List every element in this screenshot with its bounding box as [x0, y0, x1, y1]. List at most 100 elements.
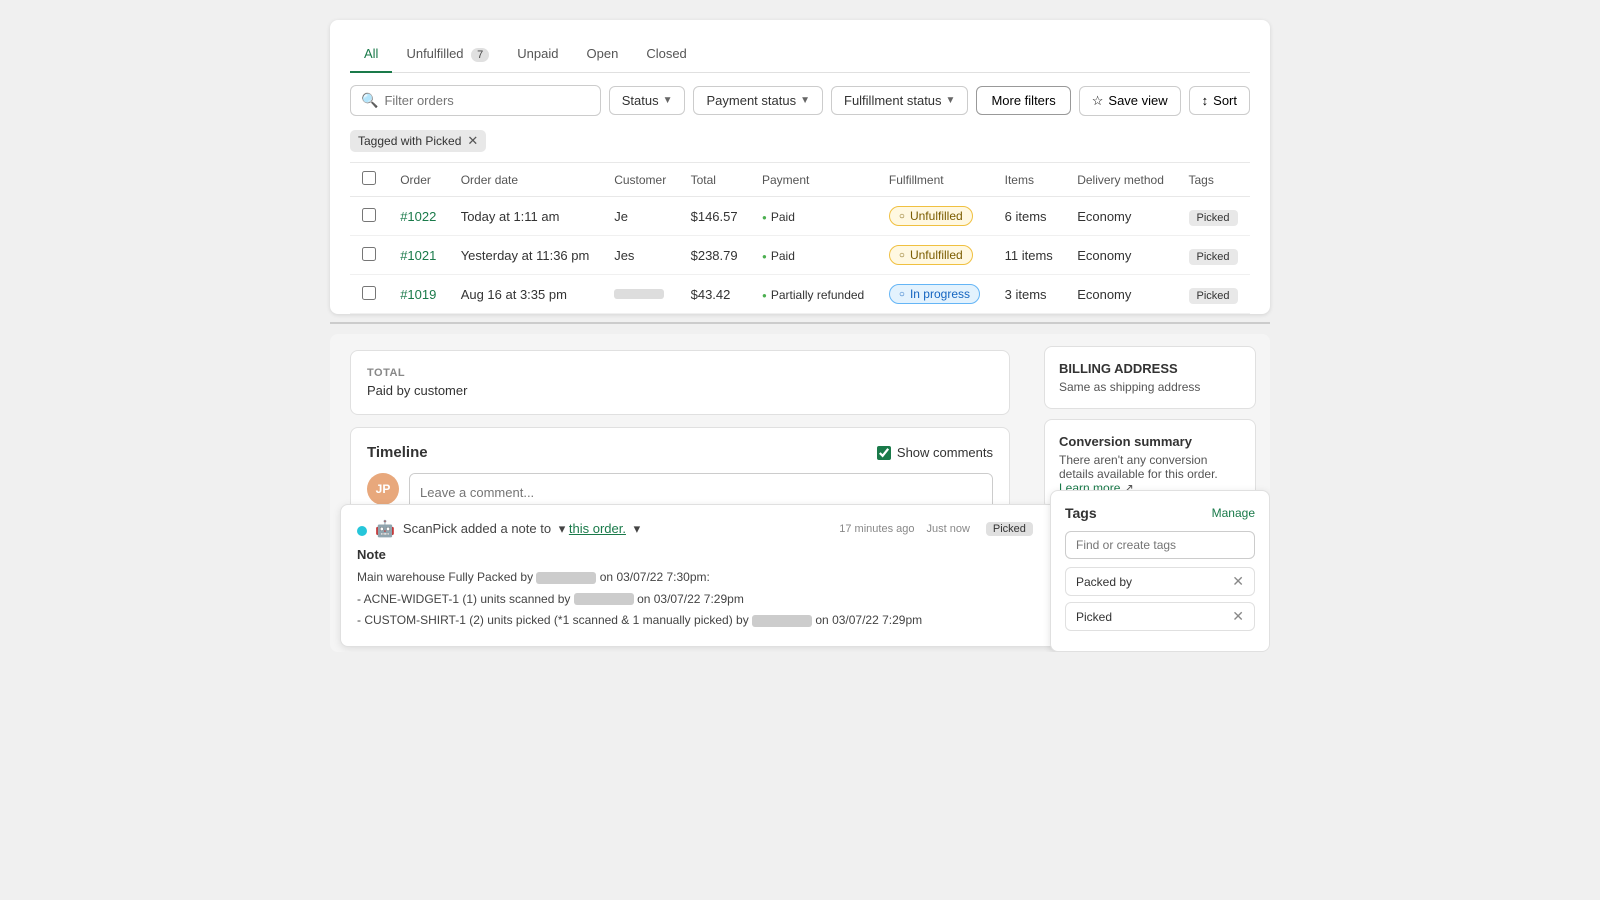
tag-list-item: Picked ✕: [1065, 602, 1255, 631]
payment-status-filter-button[interactable]: Payment status ▼: [693, 86, 823, 115]
order-delivery: Economy: [1065, 197, 1176, 236]
fulfillment-badge: Unfulfilled: [889, 206, 973, 226]
remove-tag-icon[interactable]: ✕: [1232, 608, 1244, 625]
conversion-summary-text: There aren't any conversion details avai…: [1059, 453, 1241, 495]
note-order-link[interactable]: this order.: [569, 521, 626, 536]
unfulfilled-badge: 7: [471, 48, 489, 62]
toolbar: 🔍 Status ▼ Payment status ▼ Fulfillment …: [350, 73, 1250, 124]
payment-status-label: Payment status: [706, 93, 796, 108]
order-number[interactable]: #1019: [400, 287, 436, 302]
fulfillment-status-filter-button[interactable]: Fulfillment status ▼: [831, 86, 968, 115]
row-checkbox[interactable]: [362, 247, 376, 261]
user-avatar: JP: [367, 473, 399, 505]
order-customer: Je: [602, 197, 678, 236]
fulfillment-badge: In progress: [889, 284, 980, 304]
active-tag-chip[interactable]: Tagged with Picked ✕: [350, 130, 486, 152]
robot-icon: 🤖: [375, 519, 395, 539]
tags-panel-header: Tags Manage: [1065, 505, 1255, 521]
tab-closed-label: Closed: [646, 46, 686, 61]
payment-badge: Partially refunded: [762, 288, 864, 302]
tag-label: Picked: [1076, 610, 1112, 624]
order-date: Today at 1:11 am: [449, 197, 603, 236]
tag-chip[interactable]: Picked: [1189, 288, 1238, 304]
sort-button[interactable]: ↕ Sort: [1189, 86, 1250, 115]
order-date: Yesterday at 11:36 pm: [449, 236, 603, 275]
show-comments-label: Show comments: [897, 445, 993, 460]
tag-chip[interactable]: Picked: [1189, 210, 1238, 226]
remove-tag-icon[interactable]: ✕: [1232, 573, 1244, 590]
order-tabs: All Unfulfilled 7 Unpaid Open Closed: [350, 36, 1250, 73]
tags-manage-link[interactable]: Manage: [1212, 506, 1255, 520]
order-tags: Picked: [1177, 236, 1251, 275]
tab-unfulfilled-label: Unfulfilled: [406, 46, 463, 61]
star-icon: ☆: [1092, 93, 1104, 109]
order-items: 6 items: [993, 197, 1066, 236]
order-total: $146.57: [679, 197, 750, 236]
order-customer: Jes: [602, 236, 678, 275]
order-tags: Picked: [1177, 197, 1251, 236]
tab-all-label: All: [364, 46, 378, 61]
remove-tag-filter-icon[interactable]: ✕: [467, 133, 478, 149]
fulfillment-badge: Unfulfilled: [889, 245, 973, 265]
table-row[interactable]: #1021 Yesterday at 11:36 pm Jes $238.79 …: [350, 236, 1250, 275]
tab-unfulfilled[interactable]: Unfulfilled 7: [392, 36, 503, 73]
order-number[interactable]: #1022: [400, 209, 436, 224]
order-total: $43.42: [679, 275, 750, 314]
select-all-checkbox[interactable]: [362, 171, 376, 185]
col-delivery: Delivery method: [1065, 163, 1176, 197]
order-fulfillment: Unfulfilled: [877, 236, 993, 275]
sort-label: Sort: [1213, 93, 1237, 108]
order-fulfillment: Unfulfilled: [877, 197, 993, 236]
fulfillment-status-arrow: ▼: [946, 95, 956, 106]
note-dot: [357, 526, 367, 536]
tab-unpaid[interactable]: Unpaid: [503, 36, 572, 73]
note-just-now: Just now: [926, 523, 969, 535]
col-order: Order: [388, 163, 448, 197]
payment-badge: Paid: [762, 249, 795, 263]
save-view-button[interactable]: ☆ Save view: [1079, 86, 1181, 116]
show-comments-checkbox[interactable]: [877, 446, 891, 460]
row-checkbox[interactable]: [362, 286, 376, 300]
table-row[interactable]: #1022 Today at 1:11 am Je $146.57 Paid U…: [350, 197, 1250, 236]
show-comments-row: Show comments: [877, 445, 993, 460]
payment-badge: Paid: [762, 210, 795, 224]
tag-filter-row: Tagged with Picked ✕: [350, 124, 1250, 162]
status-filter-label: Status: [622, 93, 659, 108]
tab-closed[interactable]: Closed: [632, 36, 700, 73]
timeline-header: Timeline Show comments: [367, 444, 993, 461]
tag-chip[interactable]: Picked: [1189, 249, 1238, 265]
order-detail-panel: Total Paid by customer Timeline Show com…: [330, 334, 1270, 652]
search-box[interactable]: 🔍: [350, 85, 601, 116]
timeline-title: Timeline: [367, 444, 428, 461]
paid-by-customer: Paid by customer: [367, 383, 467, 398]
tab-open[interactable]: Open: [573, 36, 633, 73]
order-items: 3 items: [993, 275, 1066, 314]
more-filters-button[interactable]: More filters: [976, 86, 1070, 115]
col-customer: Customer: [602, 163, 678, 197]
tag-list-item: Packed by ✕: [1065, 567, 1255, 596]
tab-open-label: Open: [587, 46, 619, 61]
status-filter-button[interactable]: Status ▼: [609, 86, 686, 115]
col-payment: Payment: [750, 163, 877, 197]
order-payment: Partially refunded: [750, 275, 877, 314]
search-input[interactable]: [384, 93, 589, 108]
sort-icon: ↕: [1202, 93, 1209, 108]
tab-all[interactable]: All: [350, 36, 392, 73]
row-checkbox[interactable]: [362, 208, 376, 222]
order-fulfillment: In progress: [877, 275, 993, 314]
note-time: 17 minutes ago: [839, 523, 914, 535]
col-total: Total: [679, 163, 750, 197]
tags-list: Packed by ✕ Picked ✕: [1065, 567, 1255, 631]
billing-address-value: Same as shipping address: [1059, 380, 1241, 394]
table-row[interactable]: #1019 Aug 16 at 3:35 pm $43.42 Partially…: [350, 275, 1250, 314]
panel-divider: [330, 322, 1270, 324]
order-number[interactable]: #1021: [400, 248, 436, 263]
order-tags: Picked: [1177, 275, 1251, 314]
conversion-summary-title: Conversion summary: [1059, 434, 1241, 449]
note-event-text: ScanPick added a note to ▾ this order. ▾: [403, 521, 640, 537]
order-delivery: Economy: [1065, 275, 1176, 314]
status-filter-arrow: ▼: [663, 95, 673, 106]
tags-search-input[interactable]: [1065, 531, 1255, 559]
col-tags: Tags: [1177, 163, 1251, 197]
billing-address-card: BILLING ADDRESS Same as shipping address: [1044, 346, 1256, 409]
